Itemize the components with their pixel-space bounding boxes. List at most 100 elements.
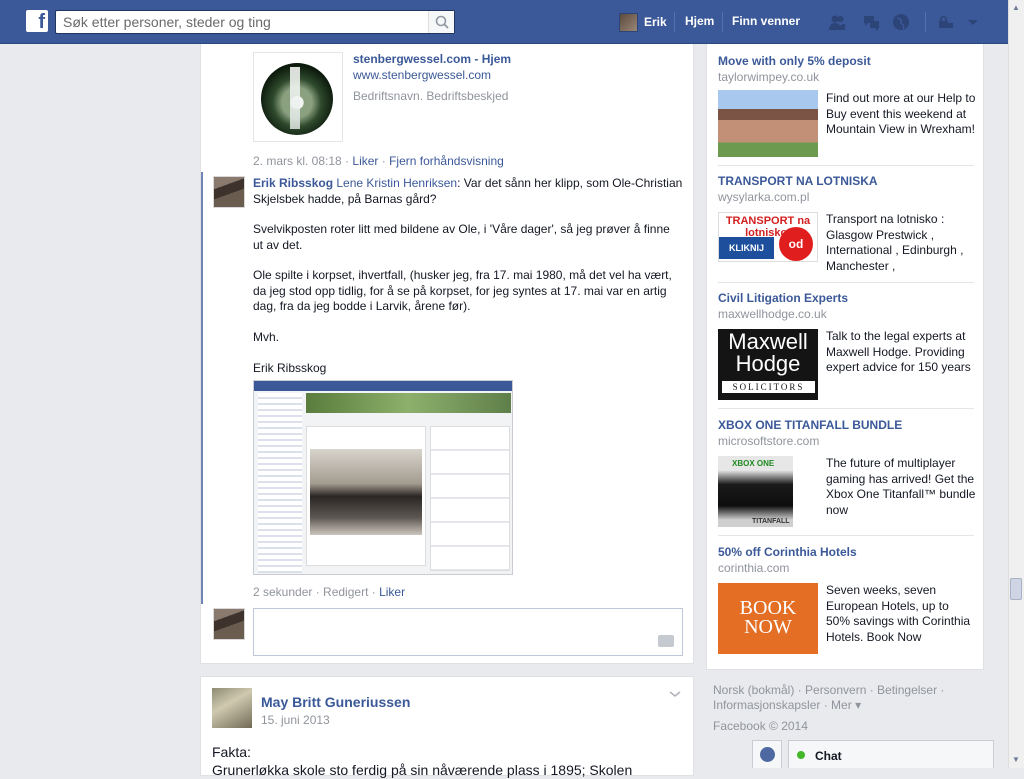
- post-line: Grunerløkka skole sto ferdig på sin nåvæ…: [212, 762, 633, 778]
- post-options-chevron-icon[interactable]: [669, 689, 681, 699]
- comment-paragraph: Ole spilte i korpset, ihvertfall, (huske…: [253, 268, 672, 313]
- screenshot-band-photo: [310, 449, 422, 535]
- ad-divider: [718, 408, 974, 409]
- facebook-logo[interactable]: f: [26, 10, 48, 32]
- scroll-down-arrow[interactable]: ▼: [1011, 755, 1021, 765]
- ad-title[interactable]: 50% off Corinthia Hotels: [718, 545, 974, 559]
- ad-domain: taylorwimpey.co.uk: [718, 70, 820, 84]
- ad-image-text: SOLICITORS: [722, 381, 815, 393]
- screenshot-sidebar: [258, 393, 302, 573]
- friend-requests-icon[interactable]: [828, 13, 846, 31]
- ad-unit[interactable]: TRANSPORT NA LOTNISKA wysylarka.com.pl T…: [718, 174, 974, 285]
- ad-domain: maxwellhodge.co.uk: [718, 307, 827, 321]
- ad-image-text: Hodge: [735, 351, 801, 376]
- ad-divider: [718, 165, 974, 166]
- ad-title[interactable]: TRANSPORT NA LOTNISKA: [718, 174, 974, 188]
- comment-attached-screenshot[interactable]: [253, 380, 513, 575]
- meta-separator: ·: [341, 154, 353, 168]
- comment-line1: Erik Ribsskog Lene Kristin Henriksen: Va…: [253, 176, 683, 207]
- search-input[interactable]: [63, 11, 423, 33]
- comment-like-link[interactable]: Liker: [379, 585, 405, 599]
- ad-image-text: Maxwell: [728, 329, 808, 354]
- settings-chevron-icon[interactable]: [964, 13, 982, 31]
- like-link[interactable]: Liker: [352, 154, 378, 168]
- link-preview-thumbnail[interactable]: [253, 52, 343, 142]
- ad-unit[interactable]: Civil Litigation Experts maxwellhodge.co…: [718, 291, 974, 401]
- notifications-icon[interactable]: [892, 13, 910, 31]
- chat-label: Chat: [815, 749, 842, 763]
- reply-comment-box[interactable]: [253, 608, 683, 656]
- scroll-up-arrow[interactable]: ▲: [1011, 3, 1021, 13]
- edited-label[interactable]: Redigert: [323, 585, 368, 599]
- link-preview-url[interactable]: www.stenbergwessel.com: [353, 68, 491, 82]
- footer-link-list[interactable]: Norsk (bokmål) · Personvern · Betingelse…: [713, 683, 944, 712]
- feed-story-card: May Britt Guneriussen 15. juni 2013 Fakt…: [200, 676, 694, 779]
- nav-home-link[interactable]: Hjem: [685, 14, 714, 28]
- search-icon: [435, 15, 449, 29]
- messages-icon[interactable]: [862, 13, 880, 31]
- feed-story-card: stenbergwessel.com - Hjem www.stenbergwe…: [200, 44, 694, 664]
- comment-time[interactable]: 2 sekunder: [253, 585, 312, 599]
- nav-find-friends-link[interactable]: Finn venner: [732, 14, 800, 28]
- ad-divider: [718, 282, 974, 283]
- comment-signature: Erik Ribsskog: [253, 361, 327, 375]
- copyright: Facebook © 2014: [713, 719, 808, 733]
- comment-meta-line: 2 sekunder · Redigert · Liker: [253, 585, 405, 599]
- post-date[interactable]: 15. juni 2013: [261, 713, 330, 727]
- link-preview-title[interactable]: stenbergwessel.com - Hjem: [353, 52, 511, 66]
- link-meta-line: 2. mars kl. 08:18 · Liker · Fjern forhån…: [253, 154, 504, 168]
- poster-avatar[interactable]: [212, 688, 252, 728]
- ad-domain: wysylarka.com.pl: [718, 190, 810, 204]
- remove-preview-link[interactable]: Fjern forhåndsvisning: [389, 154, 504, 168]
- search-box[interactable]: [55, 10, 455, 34]
- meta-separator: ·: [312, 585, 324, 599]
- comment-paragraph: Mvh.: [253, 330, 280, 344]
- privacy-icon[interactable]: [937, 13, 955, 31]
- post-body: Fakta: Grunerløkka skole sto ferdig på s…: [212, 743, 682, 779]
- waterfall-highlight: [290, 67, 300, 129]
- ad-title[interactable]: XBOX ONE TITANFALL BUNDLE: [718, 418, 974, 432]
- ad-unit[interactable]: XBOX ONE TITANFALL BUNDLE microsoftstore…: [718, 418, 976, 528]
- ad-unit[interactable]: 50% off Corinthia Hotels corinthia.com B…: [718, 545, 974, 665]
- nav-avatar: [619, 12, 638, 32]
- ad-image[interactable]: XBOX ONE TITANFALL: [718, 456, 793, 527]
- screenshot-ads: [430, 426, 510, 571]
- ad-text: Seven weeks, seven European Hotels, up t…: [826, 583, 971, 644]
- ad-unit[interactable]: Move with only 5% deposit taylorwimpey.c…: [718, 54, 975, 162]
- ad-image[interactable]: TRANSPORT na lotnisko! KLIKNIJ od 20£: [718, 212, 818, 285]
- poster-name[interactable]: May Britt Guneriussen: [261, 694, 410, 710]
- reply-input[interactable]: [254, 609, 682, 655]
- chat-sidebar-toggle[interactable]: Chat: [788, 740, 994, 768]
- ad-image-text: KLIKNIJ: [719, 237, 774, 259]
- comment-author[interactable]: Erik Ribsskog: [253, 176, 333, 190]
- camera-icon[interactable]: [658, 635, 674, 647]
- reply-avatar: [213, 608, 245, 640]
- chat-options-button[interactable]: [752, 740, 782, 768]
- comment-thread: Erik Ribsskog Lene Kristin Henriksen: Va…: [201, 172, 695, 604]
- screenshot-cover: [306, 393, 511, 413]
- sponsored-ads-column: Move with only 5% deposit taylorwimpey.c…: [706, 44, 984, 670]
- link-preview-description: Bedriftsnavn. Bedriftsbeskjed: [353, 89, 509, 103]
- ad-text: The future of multiplayer gaming has arr…: [826, 456, 976, 517]
- footer-links[interactable]: Norsk (bokmål) · Personvern · Betingelse…: [713, 683, 973, 713]
- nav-divider: [674, 12, 675, 32]
- tagged-person[interactable]: Lene Kristin Henriksen: [336, 176, 457, 190]
- ad-image[interactable]: BOOK NOW: [718, 583, 818, 654]
- ad-image-text: TITANFALL: [752, 518, 790, 525]
- scrollbar-thumb[interactable]: [1010, 578, 1022, 600]
- ad-title[interactable]: Civil Litigation Experts: [718, 291, 974, 305]
- ad-image[interactable]: Maxwell Hodge SOLICITORS: [718, 329, 818, 400]
- ad-image-text: BOOK NOW: [739, 597, 797, 638]
- commenter-avatar[interactable]: [213, 176, 245, 208]
- ad-image[interactable]: [718, 90, 818, 157]
- nav-user-name: Erik: [644, 15, 667, 29]
- search-button[interactable]: [428, 11, 454, 33]
- top-navigation-bar: f Erik Hjem Finn venner: [0, 0, 1008, 44]
- nav-profile-link[interactable]: Erik: [619, 12, 667, 32]
- post-line: Fakta:: [212, 744, 251, 760]
- ad-domain: corinthia.com: [718, 561, 790, 575]
- ad-title[interactable]: Move with only 5% deposit: [718, 54, 974, 68]
- link-date[interactable]: 2. mars kl. 08:18: [253, 154, 342, 168]
- footer-more-chevron[interactable]: ▾: [855, 698, 861, 712]
- page-scrollbar[interactable]: ▲ ▼: [1008, 0, 1024, 768]
